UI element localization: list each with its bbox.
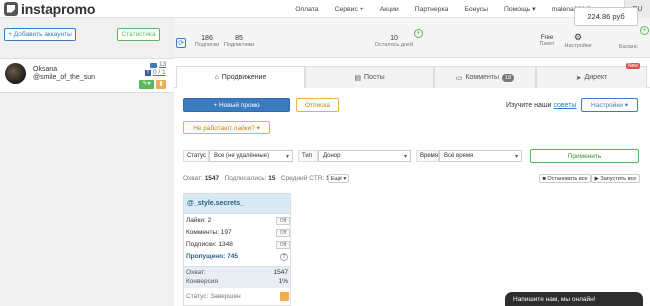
likes-not-working-dropdown[interactable]: Не работают лайки? ▾: [183, 121, 270, 134]
stat-days-left: 10 Осталось дней: [374, 35, 414, 48]
tab-bar: ⌂ Продвижение ▤ Посты ▭ Комменты 18 ➤ Ди…: [174, 63, 650, 88]
tips-link[interactable]: советы: [553, 102, 576, 109]
send-icon: ➤: [575, 74, 582, 82]
card-status-row: Статус: Завершен: [186, 291, 290, 302]
likes-row: Лайки: 2 Off: [186, 215, 290, 226]
account-handle: @smile_of_the_sun: [33, 74, 95, 81]
home-icon: ⌂: [214, 74, 219, 81]
logo[interactable]: instapromo: [4, 0, 96, 17]
avatar: [5, 63, 26, 84]
refresh-icon[interactable]: ⟳: [176, 38, 186, 48]
stat-plan: Free Пакет: [539, 35, 555, 47]
add-balance-icon[interactable]: +: [640, 26, 649, 35]
tab-comments[interactable]: ▭ Комменты 18: [434, 66, 536, 88]
nav-help[interactable]: Помощь ▾: [496, 5, 544, 13]
main-nav: Оплата Сервис + Акции Партнерка Бонусы П…: [287, 0, 622, 18]
reach-value: 1547: [204, 175, 220, 182]
subscriptions-row: Подписки: 1348 Off: [186, 239, 290, 250]
subscriptions-toggle[interactable]: Off: [276, 240, 290, 249]
summary-line: Охват: 1547 Подписались: 15 Средний CTR:…: [183, 175, 336, 182]
type-filter-select[interactable]: Донор: [318, 150, 411, 162]
statistics-button[interactable]: Статистика: [117, 28, 160, 41]
chat-widget[interactable]: Напишите нам, мы онлайн!: [505, 292, 643, 306]
account-item[interactable]: Oksana @smile_of_the_sun 13 f 0 / 1 ✎▾ ▮: [0, 58, 174, 93]
stop-all-button[interactable]: ■ Остановить все: [539, 174, 591, 183]
time-filter-select[interactable]: Всё время: [439, 150, 522, 162]
comment-icon: ▭: [455, 74, 463, 82]
gear-icon: ⚙: [573, 32, 583, 42]
promo-card-title[interactable]: @_style.secrets_: [184, 194, 290, 214]
help-icon[interactable]: ?: [280, 252, 288, 261]
start-all-button[interactable]: ▶ Запустить все: [591, 174, 640, 183]
messages-count[interactable]: 13: [159, 61, 166, 68]
stat-followers: 85 Подписчики: [224, 35, 255, 48]
settings-dropdown[interactable]: Настройки ▾: [581, 98, 638, 112]
new-badge: New: [625, 63, 640, 69]
skipped-row: Пропущено: 745 ?: [186, 251, 290, 262]
nav-promotions[interactable]: Акции: [372, 6, 407, 13]
new-promo-button[interactable]: + Новый промо: [183, 98, 290, 112]
list-icon: ▤: [354, 74, 361, 82]
balance-label: Баланс: [619, 44, 638, 50]
tab-posts[interactable]: ▤ Посты: [305, 66, 434, 88]
add-accounts-button[interactable]: + Добавить аккаунты: [4, 28, 76, 41]
promo-card: @_style.secrets_ Лайки: 2 Off Комменты: …: [183, 193, 291, 306]
messages-icon: [150, 63, 157, 68]
time-filter-label: Время: [416, 150, 439, 162]
tab-promotion[interactable]: ⌂ Продвижение: [176, 66, 305, 88]
comments-toggle[interactable]: Off: [276, 228, 290, 237]
settings-shortcut[interactable]: ⚙ Настройки: [563, 32, 593, 49]
stat-subscriptions: 186 Подписки: [194, 35, 220, 48]
nav-payment[interactable]: Оплата: [287, 6, 326, 13]
facebook-icon: f: [145, 70, 151, 76]
edit-account-button[interactable]: ✎▾: [139, 80, 154, 89]
status-filter-select[interactable]: Все (не удалённые): [209, 150, 293, 162]
top-navbar: instapromo Оплата Сервис + Акции Партнер…: [0, 0, 650, 18]
status-filter-label: Статус: [183, 150, 209, 162]
balance-display[interactable]: 224.86 руб: [574, 7, 638, 26]
learn-tips-text: Изучите наши советы: [506, 102, 577, 109]
type-filter-label: Тип: [298, 150, 318, 162]
logo-icon: [4, 1, 18, 16]
card-conversion-row: Конверсия 1%: [186, 278, 288, 285]
account-name: Oksana: [33, 66, 58, 73]
comments-row: Комменты: 197 Off: [186, 227, 290, 238]
brand-name: instapromo: [21, 0, 96, 17]
comments-badge: 18: [502, 73, 515, 82]
unfollow-button[interactable]: Отписка: [296, 98, 339, 112]
nav-bonuses[interactable]: Бонусы: [456, 6, 496, 13]
nav-service[interactable]: Сервис +: [327, 6, 372, 13]
card-delete-button[interactable]: [280, 292, 289, 301]
add-days-icon[interactable]: +: [414, 29, 423, 38]
tab-direct[interactable]: ➤ Директ New: [536, 63, 647, 88]
apply-filter-button[interactable]: Применить: [530, 149, 639, 163]
delete-account-button[interactable]: ▮: [156, 80, 166, 89]
subscribed-value: 15: [268, 175, 276, 182]
account-ratio[interactable]: 0 / 1: [153, 69, 166, 76]
nav-partner[interactable]: Партнерка: [407, 6, 457, 13]
more-dropdown[interactable]: Ещё ▾: [328, 174, 349, 183]
likes-toggle[interactable]: Off: [276, 216, 290, 225]
